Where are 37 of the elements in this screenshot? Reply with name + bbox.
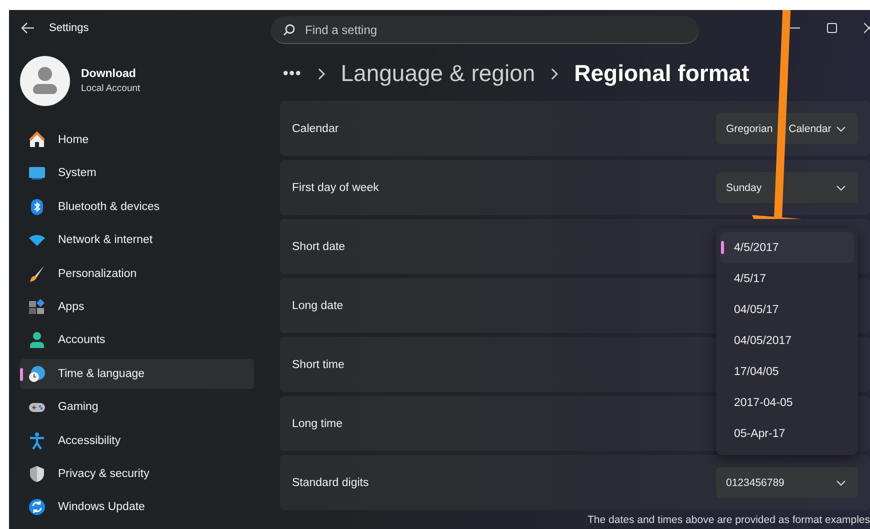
nav-item[interactable]: Gaming xyxy=(20,392,254,422)
account-name: Download xyxy=(81,68,137,80)
setting-label: Short time xyxy=(292,358,344,370)
setting-label: Calendar xyxy=(292,122,339,134)
list-option[interactable]: 05-Apr-17 xyxy=(720,418,854,449)
nav-item[interactable]: Accessibility xyxy=(20,426,254,456)
list-option[interactable]: 04/05/2017 xyxy=(720,325,854,356)
nav-item[interactable]: Home xyxy=(20,125,254,155)
nav-item[interactable]: System xyxy=(20,158,254,188)
nav-item[interactable]: Windows Update xyxy=(20,492,254,522)
dropdown[interactable]: Sunday xyxy=(716,172,858,203)
window-title: Settings xyxy=(49,22,90,34)
nav-item[interactable]: Privacy & security xyxy=(20,458,254,489)
nav-item[interactable]: Network & internet xyxy=(20,225,254,256)
setting-label: First day of week xyxy=(292,182,379,194)
setting-label: Long time xyxy=(292,418,343,430)
nav-item[interactable]: Apps xyxy=(20,292,254,322)
nav-item[interactable]: Personalization xyxy=(20,258,254,289)
nav-item[interactable]: Accounts xyxy=(20,325,254,356)
dropdown[interactable]: Gregorian Calendar xyxy=(716,113,858,144)
search-field[interactable]: Find a setting xyxy=(271,16,699,44)
breadcrumb-link[interactable]: Language & region xyxy=(340,60,536,87)
setting-label: Short date xyxy=(292,240,346,252)
list-option[interactable]: 17/04/05 xyxy=(720,356,854,387)
setting-label: Long date xyxy=(292,300,344,312)
list-option[interactable]: 04/05/17 xyxy=(720,294,854,325)
page-title: Regional format xyxy=(574,60,750,87)
nav-item[interactable]: Time & language xyxy=(20,358,254,389)
setting-label: Standard digits xyxy=(292,476,369,488)
nav-item[interactable]: Bluetooth & devices xyxy=(20,192,254,222)
list-option[interactable]: 4/5/2017 xyxy=(720,232,854,263)
dropdown[interactable]: 0123456789 xyxy=(716,467,858,498)
format-examples-note: The dates and times above are provided as format examples xyxy=(586,514,870,526)
breadcrumb-more-button[interactable]: ••• xyxy=(283,65,302,82)
list-option[interactable]: 4/5/17 xyxy=(720,263,854,294)
account-type: Local Account xyxy=(81,83,140,94)
list-option[interactable]: 2017-04-05 xyxy=(720,387,854,418)
